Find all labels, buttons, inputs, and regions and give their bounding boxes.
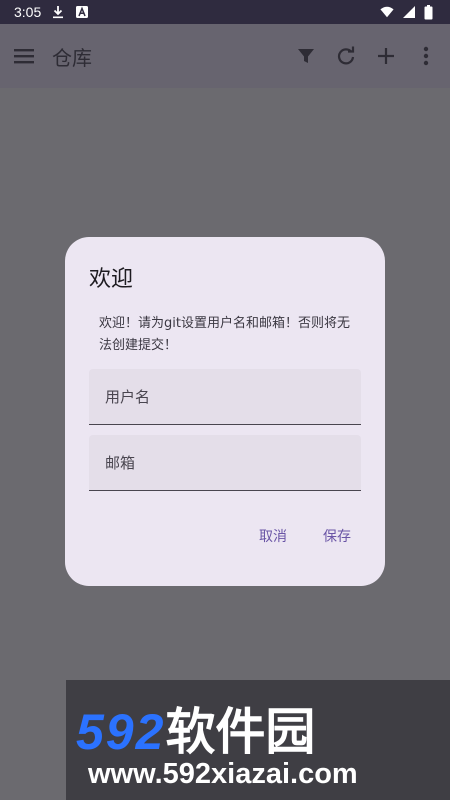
watermark-logo-text: 软件园 [165, 704, 316, 760]
page-title: 仓库 [52, 45, 92, 70]
watermark-logo-number: 592 [76, 704, 166, 760]
battery-icon [424, 5, 438, 20]
wifi-icon [380, 5, 394, 19]
app-screen: 3:05 仓库 欢迎 欢迎！请为git设置用户名和邮箱！否则将无法创建提交！ 用… [0, 0, 450, 800]
save-button[interactable]: 保存 [317, 522, 357, 550]
app-bar: 仓库 [0, 24, 450, 88]
download-icon [51, 5, 65, 19]
menu-icon[interactable] [12, 44, 36, 68]
watermark: 592软件园 www.592xiazai.com [66, 680, 450, 800]
status-bar: 3:05 [0, 0, 450, 24]
watermark-url: www.592xiazai.com [88, 758, 358, 790]
status-left: 3:05 [14, 4, 89, 20]
email-field[interactable] [89, 435, 361, 491]
app-bar-actions [294, 44, 438, 68]
status-right [380, 5, 438, 20]
dialog-actions: 取消 保存 [253, 522, 357, 550]
email-input[interactable] [89, 435, 361, 490]
watermark-logo: 592软件园 [76, 692, 315, 764]
username-field[interactable] [89, 369, 361, 425]
dialog-title: 欢迎 [89, 267, 134, 292]
username-input[interactable] [89, 369, 361, 424]
status-time: 3:05 [14, 4, 42, 20]
refresh-icon[interactable] [334, 44, 358, 68]
dialog-message: 欢迎！请为git设置用户名和邮箱！否则将无法创建提交！ [99, 316, 350, 353]
signal-icon [402, 5, 416, 19]
filter-icon[interactable] [294, 44, 318, 68]
welcome-dialog: 欢迎 欢迎！请为git设置用户名和邮箱！否则将无法创建提交！ 取消 保存 [65, 237, 385, 586]
a-badge-icon [75, 5, 89, 19]
more-vert-icon[interactable] [414, 44, 438, 68]
cancel-button[interactable]: 取消 [253, 522, 293, 550]
add-icon[interactable] [374, 44, 398, 68]
